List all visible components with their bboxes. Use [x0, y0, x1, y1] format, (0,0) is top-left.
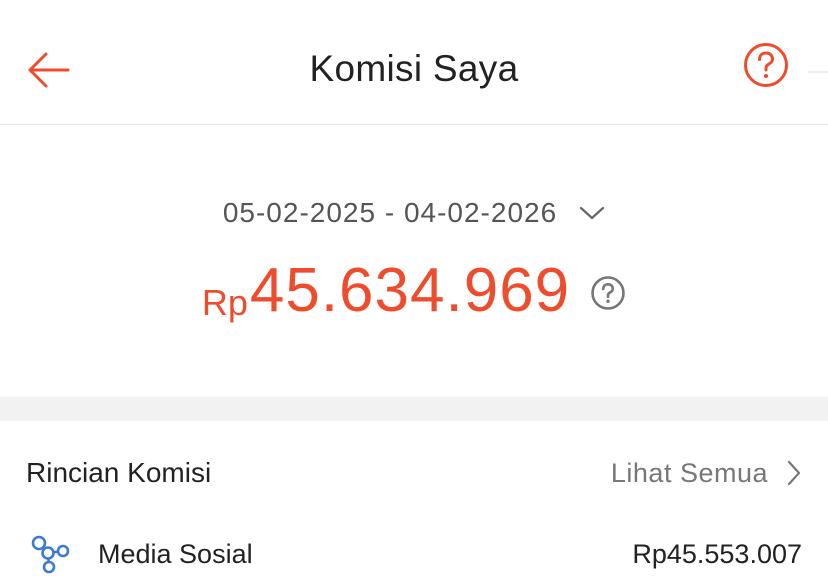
section-divider [0, 397, 828, 421]
see-all-link[interactable]: Lihat Semua [611, 458, 802, 489]
section-title: Rincian Komisi [26, 457, 212, 488]
see-all-label: Lihat Semua [610, 457, 768, 488]
list-item-label: Media Sosial [98, 538, 253, 569]
date-range-text: 05-02-2025 - 04-02-2026 [222, 197, 558, 228]
list-item-left: Media Sosial [30, 533, 253, 575]
commission-breakdown: Rincian Komisi Lihat Semua Media Sosial … [0, 421, 828, 584]
amount-help-button[interactable] [590, 275, 626, 311]
breakdown-header: Rincian Komisi Lihat Semua [26, 457, 802, 489]
help-button[interactable] [741, 40, 791, 90]
commission-amount: 45.634.969 [249, 256, 571, 325]
chevron-down-icon [580, 206, 605, 220]
total-commission: Rp 45.634.969 [0, 255, 828, 326]
commission-summary: 05-02-2025 - 04-02-2026 Rp 45.634.969 [0, 125, 828, 397]
question-circle-icon [744, 43, 788, 87]
date-range-selector[interactable]: 05-02-2025 - 04-02-2026 [0, 197, 828, 229]
chevron-right-icon [787, 460, 801, 486]
social-network-icon [30, 533, 72, 575]
currency-label: Rp [201, 281, 248, 323]
list-item-value: Rp45.553.007 [632, 538, 802, 569]
page-title: Komisi Saya [309, 48, 519, 89]
question-circle-icon [591, 275, 625, 310]
app-header: Komisi Saya [0, 0, 828, 125]
list-item[interactable]: Media Sosial Rp45.553.007 [30, 533, 802, 575]
header-edge [808, 71, 828, 73]
